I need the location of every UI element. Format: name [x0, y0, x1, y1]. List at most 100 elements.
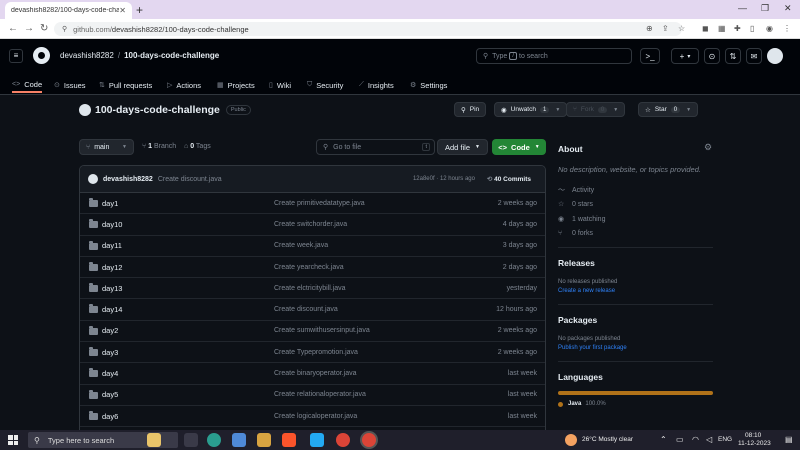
table-row[interactable]: day3 Create Typepromotion.java 2 weeks ago	[80, 342, 545, 364]
commits-link[interactable]: ⟲ 40 Commits	[487, 175, 531, 183]
file-commit-message[interactable]: Create week.java	[274, 242, 328, 249]
tab-code[interactable]: <> Code	[12, 77, 43, 93]
reload-icon[interactable]: ↻	[40, 23, 48, 34]
activity-link[interactable]: 〜 Activity	[558, 185, 594, 195]
tab-wiki[interactable]: ▯ Wiki	[269, 77, 291, 93]
profile-icon[interactable]: ◉	[766, 24, 773, 33]
maximize-icon[interactable]: ❐	[761, 3, 769, 14]
issues-icon[interactable]: ⊙	[704, 48, 720, 64]
tags-link[interactable]: ⌂ 0 Tags	[184, 143, 211, 150]
commit-author[interactable]: devashish8282	[103, 176, 153, 183]
install-icon[interactable]: ⊕	[646, 24, 653, 33]
file-commit-message[interactable]: Create binaryoperator.java	[274, 370, 357, 377]
commit-sha-time[interactable]: 12a8e0f · 12 hours ago	[413, 176, 475, 182]
vscode-icon[interactable]	[310, 433, 324, 447]
close-icon[interactable]: ✕	[119, 6, 126, 15]
back-icon[interactable]: ←	[8, 23, 18, 34]
chrome-icon[interactable]	[336, 433, 350, 447]
task-view-icon[interactable]	[184, 433, 198, 447]
mail-icon[interactable]	[232, 433, 246, 447]
watching-link[interactable]: ◉ 1 watching	[558, 215, 605, 224]
fork-button[interactable]: ⑂ Fork 0 ▼	[566, 102, 626, 117]
tab-security[interactable]: ⛉ Security	[307, 77, 343, 93]
tab-issues[interactable]: ⊙ Issues	[54, 77, 86, 93]
command-palette-icon[interactable]: >_	[640, 48, 660, 64]
file-name[interactable]: day1	[102, 199, 118, 208]
table-row[interactable]: day5 Create relationaloperator.java last w…	[80, 385, 545, 406]
search-input[interactable]: ⚲ Type / to search	[476, 48, 632, 64]
tab-pull-requests[interactable]: ⇅ Pull requests	[99, 77, 152, 93]
puzzle-icon[interactable]: ✚	[734, 24, 741, 33]
repo-name[interactable]: 100-days-code-challenge	[95, 104, 220, 116]
commit-message[interactable]: Create discount.java	[158, 176, 222, 183]
extension-icon[interactable]: ◼	[702, 24, 709, 33]
breadcrumb-repo[interactable]: 100-days-code-challenge	[124, 51, 219, 60]
packages-heading[interactable]: Packages	[558, 315, 597, 325]
language-item[interactable]: Java 100.0%	[558, 401, 606, 407]
address-bar[interactable]: ⚲ github.com/devashish8282/100-days-code…	[54, 22, 682, 36]
table-row[interactable]: day10 Create switchorder.java 4 days ago	[80, 214, 545, 236]
table-row[interactable]: day1 Create primitivedatatype.java 2 weeks…	[80, 193, 545, 215]
chevron-down-icon[interactable]: ▼	[613, 107, 618, 113]
volume-icon[interactable]: ◁	[706, 435, 712, 444]
unwatch-button[interactable]: ◉ Unwatch 1 ▼	[494, 102, 568, 117]
chevron-down-icon[interactable]: ▼	[555, 107, 560, 113]
pin-button[interactable]: ⚲ Pin	[454, 102, 487, 117]
file-commit-message[interactable]: Create discount.java	[274, 306, 338, 313]
inbox-icon[interactable]: ✉	[746, 48, 762, 64]
weather-icon[interactable]	[565, 434, 577, 446]
star-button[interactable]: ☆ Star 0 ▼	[638, 102, 699, 117]
table-row[interactable]: day6 Create logicaloperator.java last week	[80, 406, 545, 428]
github-logo-icon[interactable]	[33, 47, 50, 64]
create-new-button[interactable]: + ▾	[671, 48, 699, 64]
file-name[interactable]: day5	[102, 390, 118, 399]
file-commit-message[interactable]: Create relationaloperator.java	[274, 391, 366, 398]
tab-projects[interactable]: ▦ Projects	[217, 77, 255, 93]
table-row[interactable]: day4 Create binaryoperator.java last week	[80, 363, 545, 385]
tab-actions[interactable]: ▷ Actions	[167, 77, 201, 93]
add-file-button[interactable]: Add file ▼	[437, 139, 488, 155]
windows-start-icon[interactable]	[8, 435, 18, 445]
table-row[interactable]: day11 Create week.java 3 days ago	[80, 236, 545, 257]
clock-time[interactable]: 08:10	[745, 432, 761, 439]
table-row[interactable]: day13 Create elctricitybill.java yesterday	[80, 278, 545, 300]
input-language[interactable]: ENG	[718, 436, 732, 443]
browser-tab[interactable]: devashish8282/100-days-code-challenge ✕	[5, 2, 132, 19]
breadcrumb-owner[interactable]: devashish8282	[60, 51, 114, 60]
branch-select-button[interactable]: ⑂ main ▼	[79, 139, 134, 155]
clock-date[interactable]: 11-12-2023	[738, 440, 771, 447]
hamburger-menu-icon[interactable]: ≡	[9, 49, 23, 63]
tab-insights[interactable]: ⟋ Insights	[359, 77, 394, 93]
go-to-file-input[interactable]: ⚲ Go to file t	[316, 139, 435, 155]
file-commit-message[interactable]: Create elctricitybill.java	[274, 285, 346, 292]
site-info-icon[interactable]: ⚲	[62, 25, 67, 33]
pull-requests-icon[interactable]: ⇅	[725, 48, 741, 64]
tray-overflow-icon[interactable]: ⌃	[660, 435, 667, 444]
menu-icon[interactable]: ⋮	[783, 24, 791, 33]
file-commit-message[interactable]: Create logicaloperator.java	[274, 413, 357, 420]
network-icon[interactable]: ▭	[676, 435, 684, 444]
extension-icon[interactable]: ▦	[718, 24, 726, 33]
file-commit-message[interactable]: Create primitivedatatype.java	[274, 200, 365, 207]
stars-link[interactable]: ☆ 0 stars	[558, 200, 593, 209]
file-name[interactable]: day2	[102, 326, 118, 335]
file-name[interactable]: day6	[102, 412, 118, 421]
share-icon[interactable]: ⇪	[662, 24, 669, 33]
table-row[interactable]: day12 Create yearcheck.java 2 days ago	[80, 257, 545, 279]
chrome-active-icon[interactable]	[362, 433, 376, 447]
edge-icon[interactable]	[207, 433, 221, 447]
table-row[interactable]: day14 Create discount.java 12 hours ago	[80, 299, 545, 321]
tab-settings[interactable]: ⚙ Settings	[410, 77, 447, 93]
weather-text[interactable]: 26°C Mostly clear	[582, 436, 633, 443]
notification-icon[interactable]: ▤	[785, 435, 793, 444]
sidepanel-icon[interactable]: ▯	[750, 24, 754, 33]
gear-icon[interactable]: ⚙	[704, 142, 712, 153]
file-commit-message[interactable]: Create sumwithusersinput.java	[274, 327, 370, 334]
code-button[interactable]: <> Code ▼	[492, 139, 546, 155]
file-name[interactable]: day14	[102, 305, 122, 314]
chevron-down-icon[interactable]: ▼	[686, 107, 691, 113]
avatar[interactable]	[767, 48, 783, 64]
forks-link[interactable]: ⑂ 0 forks	[558, 230, 593, 237]
new-tab-icon[interactable]: +	[136, 3, 143, 17]
file-name[interactable]: day10	[102, 220, 122, 229]
